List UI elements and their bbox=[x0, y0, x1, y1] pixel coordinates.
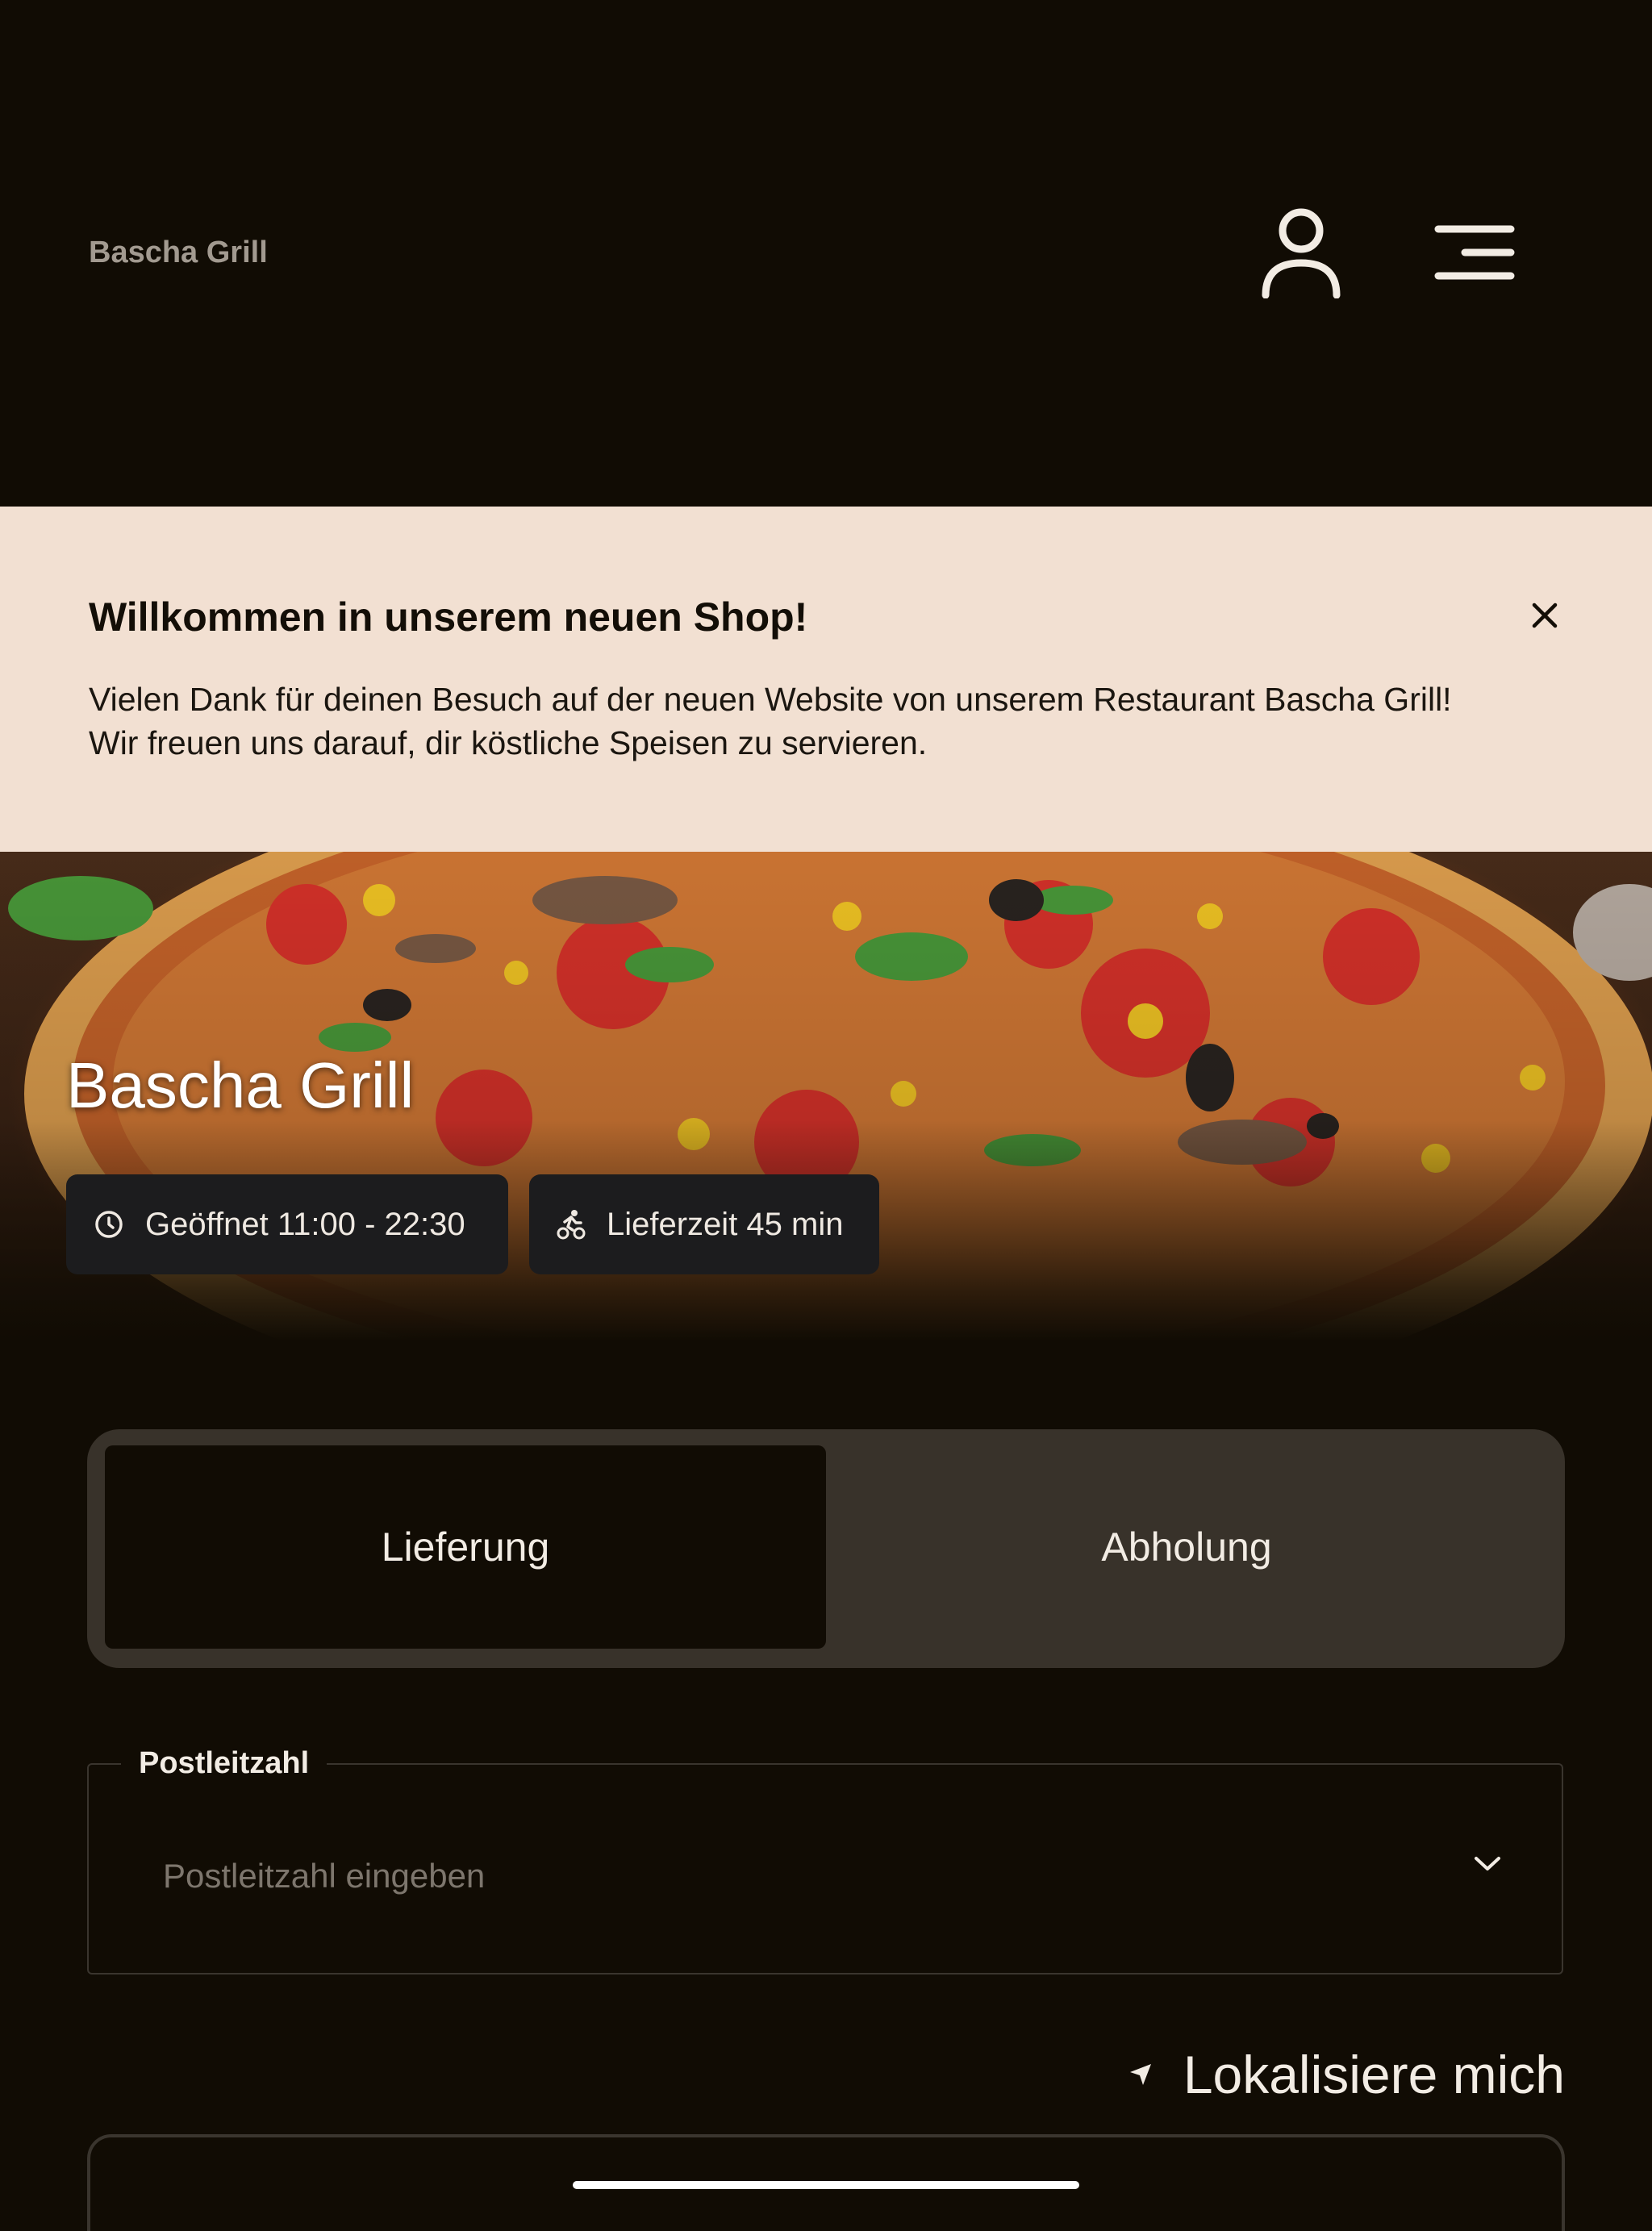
postcode-dropdown-toggle[interactable] bbox=[1471, 1847, 1504, 1879]
account-button[interactable] bbox=[1249, 200, 1354, 305]
postcode-input[interactable] bbox=[163, 1852, 1373, 1900]
opening-hours-text: Geöffnet 11:00 - 22:30 bbox=[145, 1206, 465, 1242]
hamburger-menu-icon bbox=[1434, 225, 1515, 280]
locate-me-label: Lokalisiere mich bbox=[1183, 2045, 1565, 2104]
bike-courier-icon bbox=[557, 1210, 586, 1240]
delivery-time-badge: Lieferzeit 45 min bbox=[529, 1174, 879, 1274]
home-indicator[interactable] bbox=[573, 2181, 1079, 2189]
locate-me-button[interactable]: Lokalisiere mich bbox=[1105, 2041, 1565, 2108]
site-header: Bascha Grill bbox=[0, 0, 1652, 505]
user-icon bbox=[1262, 208, 1341, 298]
postcode-label: Postleitzahl bbox=[121, 1744, 327, 1783]
pickup-option[interactable]: Abholung bbox=[826, 1445, 1547, 1649]
banner-message-line-1: Vielen Dank für deinen Besuch auf der ne… bbox=[89, 681, 1452, 718]
clock-icon bbox=[95, 1211, 123, 1238]
banner-message: Vielen Dank für deinen Besuch auf der ne… bbox=[89, 678, 1541, 765]
close-icon bbox=[1532, 603, 1558, 628]
banner-message-line-2: Wir freuen uns darauf, dir köstliche Spe… bbox=[89, 724, 928, 761]
opening-hours-badge: Geöffnet 11:00 - 22:30 bbox=[66, 1174, 508, 1274]
banner-title: Willkommen in unserem neuen Shop! bbox=[89, 594, 808, 640]
logo-text[interactable]: Bascha Grill bbox=[89, 236, 268, 270]
location-arrow-icon bbox=[1129, 2064, 1151, 2085]
banner-close-button[interactable] bbox=[1526, 597, 1563, 634]
delivery-time-text: Lieferzeit 45 min bbox=[607, 1206, 844, 1242]
menu-button[interactable] bbox=[1426, 208, 1523, 297]
chevron-down-icon bbox=[1475, 1857, 1500, 1870]
restaurant-name: Bascha Grill bbox=[66, 1049, 415, 1121]
delivery-option[interactable]: Lieferung bbox=[105, 1445, 826, 1649]
order-mode-toggle: Lieferung Abholung bbox=[87, 1429, 1565, 1668]
